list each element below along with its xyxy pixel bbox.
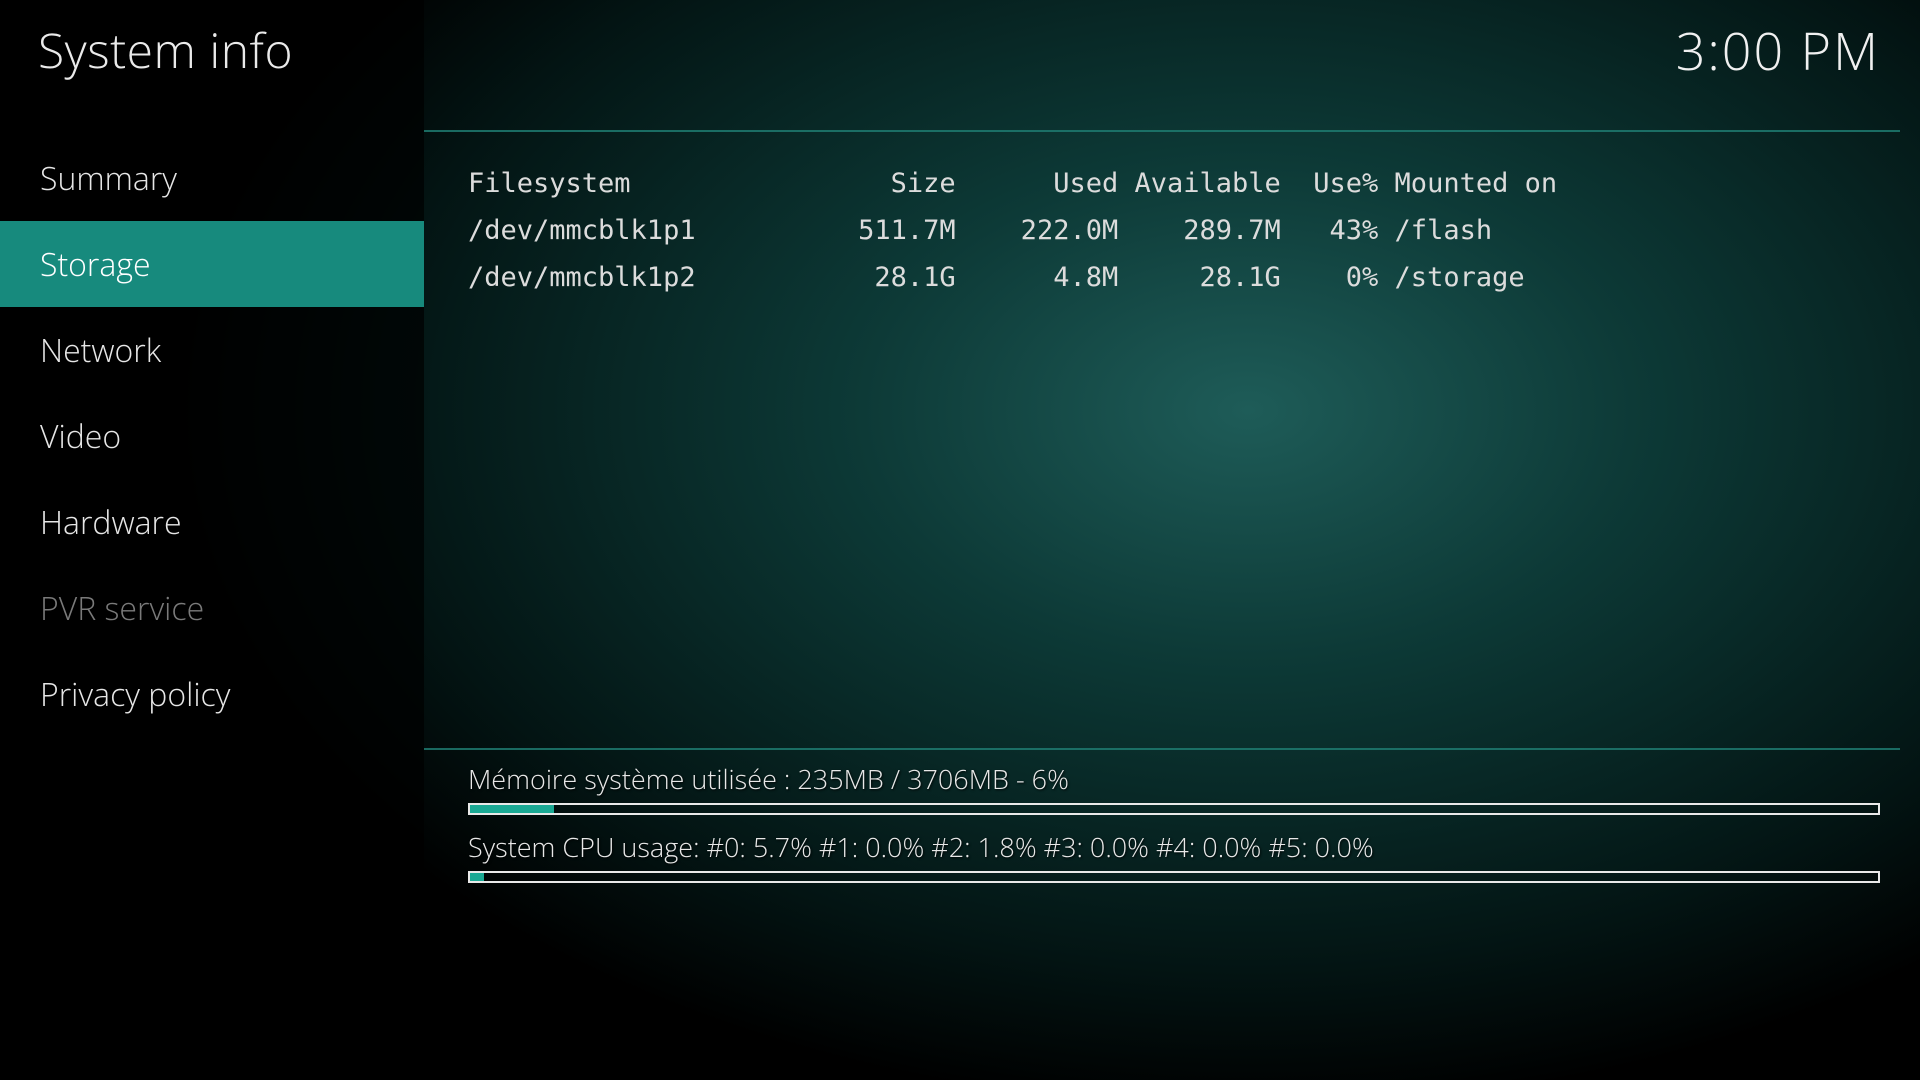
page-title: System info <box>38 18 293 83</box>
sidebar-item-network[interactable]: Network <box>0 307 424 393</box>
storage-table: Filesystem Size Used Available Use% Moun… <box>468 160 1557 301</box>
sidebar-item-hardware[interactable]: Hardware <box>0 479 424 565</box>
main-content: Filesystem Size Used Available Use% Moun… <box>424 0 1920 1080</box>
sidebar-item-video[interactable]: Video <box>0 393 424 479</box>
cpu-usage-label: System CPU usage: #0: 5.7% #1: 0.0% #2: … <box>468 828 1880 865</box>
status-block: Mémoire système utilisée : 235MB / 3706M… <box>468 760 1880 896</box>
cpu-usage-bar <box>468 871 1880 883</box>
sidebar-item-pvr-service: PVR service <box>0 565 424 651</box>
sidebar-items: Summary Storage Network Video Hardware PVR se… <box>0 135 424 737</box>
sidebar-item-privacy-policy[interactable]: Privacy policy <box>0 651 424 737</box>
sidebar-item-label: PVR service <box>40 587 204 630</box>
memory-usage-fill <box>470 805 554 813</box>
sidebar-item-label: Video <box>40 415 121 458</box>
sidebar-item-summary[interactable]: Summary <box>0 135 424 221</box>
divider-bottom <box>424 748 1900 750</box>
cpu-usage-fill <box>470 873 484 881</box>
sidebar-item-label: Privacy policy <box>40 673 230 716</box>
sidebar-item-label: Network <box>40 329 161 372</box>
sidebar-item-storage[interactable]: Storage <box>0 221 424 307</box>
sidebar-item-label: Storage <box>40 243 151 286</box>
divider-top <box>424 130 1900 132</box>
memory-usage-bar <box>468 803 1880 815</box>
sidebar-item-label: Summary <box>40 157 177 200</box>
sidebar-item-label: Hardware <box>40 501 182 544</box>
sidebar: Summary Storage Network Video Hardware PVR se… <box>0 0 424 1080</box>
memory-usage-label: Mémoire système utilisée : 235MB / 3706M… <box>468 760 1880 797</box>
